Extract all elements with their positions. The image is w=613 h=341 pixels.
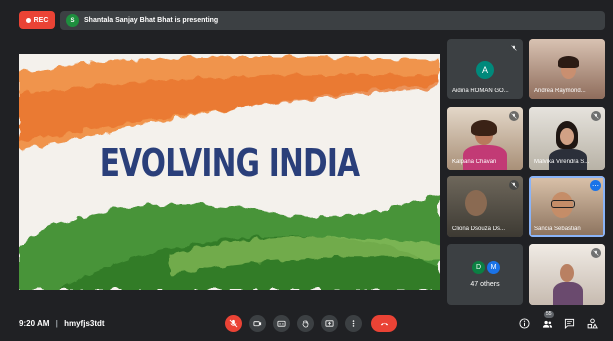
raise-hand-button[interactable] [297, 315, 314, 332]
participant-name: Malvika Virendra S... [534, 159, 590, 165]
activities-button[interactable] [586, 317, 598, 329]
participant-name: Andrea Raymond... [534, 88, 586, 94]
more-options-icon[interactable]: ⋯ [590, 180, 601, 191]
avatar: D [472, 261, 485, 274]
others-count-label: 47 others [470, 281, 500, 288]
muted-mic-icon [591, 248, 601, 258]
avatar: A [476, 61, 494, 79]
participant-count-badge: 55 [544, 311, 554, 318]
muted-mic-icon [509, 43, 519, 53]
people-button[interactable]: 55 [541, 311, 554, 329]
mic-off-icon [229, 319, 238, 328]
captions-button[interactable] [273, 315, 290, 332]
leave-call-button[interactable] [371, 315, 397, 332]
meeting-info: 9:20 AM | hmyfjs3tdt [19, 319, 105, 328]
more-vert-icon [352, 320, 355, 327]
presenter-avatar: S [66, 14, 79, 27]
clock-time: 9:20 AM [19, 319, 50, 328]
mic-toggle-button[interactable] [225, 315, 242, 332]
person-face [560, 264, 574, 282]
recording-label: REC [33, 16, 49, 24]
hand-icon [302, 319, 309, 328]
people-icon [542, 320, 552, 328]
person-hair [558, 56, 579, 68]
camera-icon [253, 321, 262, 327]
glasses-icon [551, 200, 575, 208]
avatar: M [487, 261, 500, 274]
person-face-front [560, 128, 574, 145]
participant-name: Kalpana Chavan [452, 159, 497, 165]
participant-name: Aidina ROMAN GO... [452, 88, 509, 94]
participant-tile-sancia[interactable]: ⋯ Sancia Sebastian [529, 176, 605, 237]
present-screen-icon [325, 320, 334, 327]
record-dot-icon [25, 17, 31, 23]
present-now-button[interactable] [321, 315, 338, 332]
presenter-text: Shantala Sanjay Bhat Bhat is presenting [84, 17, 219, 24]
person-face [465, 190, 487, 216]
participant-name: Cliona Dsouza Ds... [452, 226, 506, 232]
presenter-banner: S Shantala Sanjay Bhat Bhat is presentin… [60, 11, 605, 30]
separator: | [55, 319, 58, 328]
participant-tile-kalpana[interactable]: Kalpana Chavan [447, 107, 523, 170]
chat-icon [564, 318, 574, 329]
muted-mic-icon [509, 180, 519, 190]
person-body [463, 145, 507, 170]
participant-tile-malvika[interactable]: Malvika Virendra S... [529, 107, 605, 170]
more-options-button[interactable] [345, 315, 362, 332]
captions-icon [277, 320, 286, 327]
person-body [553, 282, 583, 305]
camera-toggle-button[interactable] [249, 315, 266, 332]
participant-tile-cliona[interactable]: Cliona Dsouza Ds... [447, 176, 523, 237]
slide-title: EVOLVING INDIA [99, 141, 360, 185]
hang-up-icon [380, 322, 388, 326]
person-hair [471, 120, 497, 136]
others-tile[interactable]: D M 47 others [447, 244, 523, 305]
meeting-details-button[interactable] [518, 317, 530, 329]
participant-tile-self[interactable] [529, 244, 605, 305]
muted-mic-icon [509, 111, 519, 121]
meeting-code: hmyfjs3tdt [64, 319, 105, 328]
participant-tile-andrea[interactable]: Andrea Raymond... [529, 39, 605, 99]
activities-icon [587, 318, 598, 328]
muted-mic-icon [591, 111, 601, 121]
participant-tile-aidina[interactable]: A Aidina ROMAN GO... [447, 39, 523, 99]
recording-indicator: REC [19, 11, 55, 29]
presentation-slide: EVOLVING INDIA [19, 54, 440, 290]
info-icon [518, 317, 530, 329]
chat-button[interactable] [563, 317, 575, 329]
participant-name: Sancia Sebastian [534, 226, 581, 232]
